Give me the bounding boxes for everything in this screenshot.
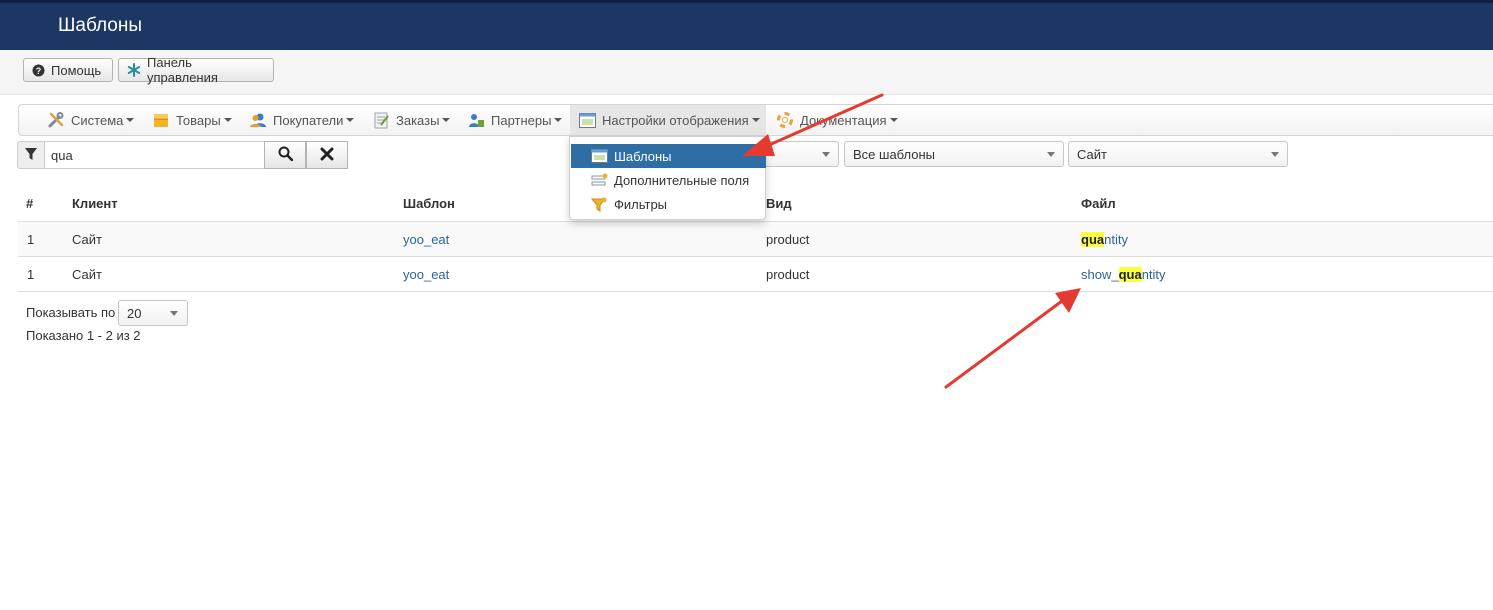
column-header-client[interactable]: Клиент <box>72 196 118 211</box>
menu-item-label: Заказы <box>396 112 440 128</box>
dropdown-item-templates[interactable]: Шаблоны <box>571 144 766 168</box>
column-header-view[interactable]: Вид <box>766 196 792 211</box>
page-title: Шаблоны <box>58 15 143 36</box>
menu-item-products[interactable]: Товары <box>152 105 232 135</box>
tools-icon <box>47 111 65 129</box>
row-number: 1 <box>27 267 35 282</box>
display-settings-icon <box>579 112 596 128</box>
column-header-template[interactable]: Шаблон <box>403 196 455 211</box>
filter-select-templates-value: Все шаблоны <box>853 146 936 162</box>
chevron-down-icon <box>751 118 760 122</box>
dropdown-item-filters[interactable]: Фильтры <box>571 192 766 216</box>
per-page-select[interactable]: 20 <box>118 300 188 326</box>
column-header-file[interactable]: Файл <box>1081 196 1116 211</box>
dashboard-button-label: Панель управления <box>147 55 218 85</box>
dropdown-item-label: Дополнительные поля <box>614 172 750 188</box>
table-row <box>18 222 1493 256</box>
question-icon: ? <box>32 64 45 77</box>
chevron-down-icon <box>126 118 135 122</box>
dashboard-button[interactable]: Панель управления <box>118 55 274 85</box>
row-client: Сайт <box>72 232 102 247</box>
toolbar: ? Помощь Панель управления <box>0 50 1493 95</box>
file-prefix: show_ <box>1081 267 1119 282</box>
display-settings-dropdown: Шаблоны Дополнительные поля Фильтры <box>569 136 766 220</box>
row-file-link[interactable]: show_quantity <box>1081 267 1166 282</box>
row-file-link[interactable]: quantity <box>1081 232 1128 247</box>
fields-icon <box>591 173 608 188</box>
filter-addon <box>17 141 45 169</box>
row-client: Сайт <box>72 267 102 282</box>
dropdown-item-label: Фильтры <box>614 196 668 212</box>
menu-item-orders[interactable]: Заказы <box>372 105 451 135</box>
row-template-link[interactable]: yoo_eat <box>403 267 449 282</box>
clear-search-button[interactable] <box>306 141 348 169</box>
row-view: product <box>766 267 810 282</box>
menu-item-display-settings[interactable]: Настройки отображения <box>570 105 766 135</box>
menu-item-label: Товары <box>176 112 221 128</box>
chevron-down-icon <box>822 152 830 157</box>
menu-item-partners[interactable]: Партнеры <box>467 105 563 135</box>
menu-item-customers[interactable]: Покупатели <box>249 105 355 135</box>
file-suffix: ntity <box>1141 267 1166 282</box>
partners-icon <box>467 111 485 129</box>
menu-item-label: Документация <box>800 112 887 128</box>
main-menu: Система Товары Покупатели Заказы Партнер… <box>18 104 1493 136</box>
file-suffix: ntity <box>1104 232 1128 247</box>
chevron-down-icon <box>170 311 178 316</box>
results-summary: Показано 1 - 2 из 2 <box>26 328 141 343</box>
box-icon <box>152 111 170 129</box>
app-header: Шаблоны <box>0 0 1493 50</box>
dropdown-item-label: Шаблоны <box>614 148 672 164</box>
search-highlight: qua <box>1081 232 1105 247</box>
orders-icon <box>372 111 390 129</box>
help-button[interactable]: ? Помощь <box>23 58 113 82</box>
lifebuoy-icon <box>776 111 794 129</box>
annotation-arrow-file <box>944 288 1081 389</box>
menu-item-label: Партнеры <box>491 112 552 128</box>
users-icon <box>249 111 267 129</box>
per-page-label: Показывать по <box>26 305 116 320</box>
row-number: 1 <box>27 232 35 247</box>
chevron-down-icon <box>442 118 451 122</box>
row-template-link[interactable]: yoo_eat <box>403 232 449 247</box>
chevron-down-icon <box>223 118 232 122</box>
filter-select-templates[interactable]: Все шаблоны <box>844 141 1064 167</box>
help-button-label: Помощь <box>51 62 102 78</box>
chevron-down-icon <box>346 118 355 122</box>
table-divider <box>18 256 1493 257</box>
dropdown-item-extra-fields[interactable]: Дополнительные поля <box>571 168 766 192</box>
column-header-num: # <box>26 196 34 211</box>
funnel-icon <box>24 147 38 164</box>
chevron-down-icon <box>889 118 898 122</box>
funnel-icon <box>591 197 608 212</box>
search-input[interactable] <box>45 141 265 169</box>
menu-item-system[interactable]: Система <box>47 105 135 135</box>
close-icon <box>320 147 334 164</box>
chevron-down-icon <box>1271 152 1279 157</box>
search-button[interactable] <box>264 141 306 169</box>
row-view: product <box>766 232 810 247</box>
per-page-value: 20 <box>127 305 142 321</box>
search-highlight: qua <box>1118 267 1142 282</box>
chevron-down-icon <box>1047 152 1055 157</box>
table-divider <box>18 291 1493 292</box>
menu-item-documentation[interactable]: Документация <box>776 105 898 135</box>
chevron-down-icon <box>554 118 563 122</box>
svg-text:?: ? <box>36 66 42 76</box>
filter-select-site-value: Сайт <box>1077 146 1107 162</box>
asterisk-icon <box>127 63 141 77</box>
window-icon <box>591 149 608 163</box>
search-icon <box>278 146 293 164</box>
menu-item-label: Настройки отображения <box>602 112 749 128</box>
menu-item-label: Покупатели <box>273 112 344 128</box>
filter-select-site[interactable]: Сайт <box>1068 141 1288 167</box>
menu-item-label: Система <box>71 112 124 128</box>
